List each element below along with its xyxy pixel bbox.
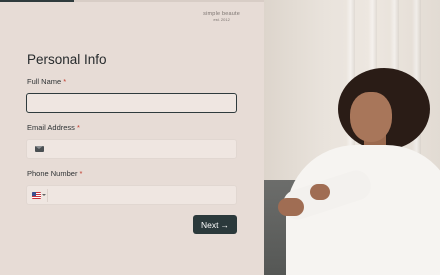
next-button[interactable]: Next → [193, 215, 237, 234]
arrow-right-icon: → [220, 219, 229, 230]
photo-hand [310, 184, 330, 200]
next-button-label: Next [201, 219, 219, 230]
brand-established: est. 2012 [213, 16, 230, 22]
page-title: Personal Info [27, 52, 107, 67]
full-name-field[interactable] [26, 93, 237, 113]
hero-photo [264, 0, 440, 275]
brand-logo: simple beaute est. 2012 [203, 11, 240, 22]
phone-label: Phone Number * [27, 169, 82, 178]
progress-track [0, 0, 264, 2]
email-label-text: Email Address [27, 123, 75, 132]
full-name-input[interactable] [27, 94, 236, 112]
email-label: Email Address * [27, 123, 80, 132]
required-marker: * [79, 169, 83, 178]
full-name-label: Full Name * [27, 77, 66, 86]
required-marker: * [77, 123, 80, 132]
required-marker: * [63, 77, 67, 86]
email-input[interactable] [27, 140, 236, 158]
email-field[interactable] [26, 139, 237, 159]
photo-face [350, 92, 392, 142]
progress-fill [0, 0, 74, 2]
form-panel: simple beaute est. 2012 Personal Info Fu… [0, 0, 264, 275]
photo-hand [278, 198, 304, 216]
phone-input[interactable] [27, 186, 236, 204]
phone-label-text: Phone Number [27, 169, 78, 178]
full-name-label-text: Full Name [27, 77, 62, 86]
phone-field[interactable] [26, 185, 237, 205]
